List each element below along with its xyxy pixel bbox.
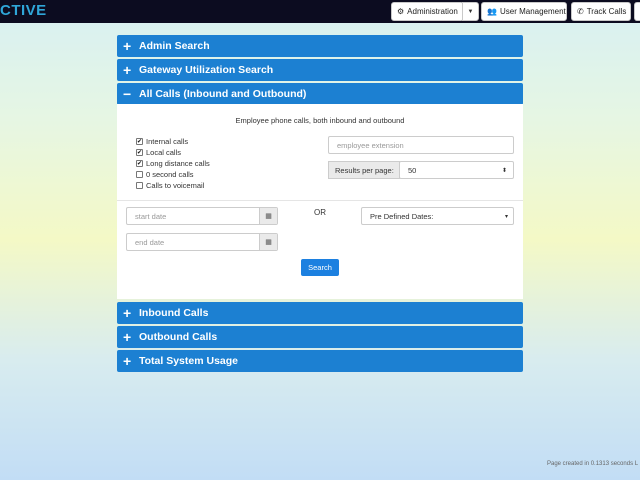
brand-logo[interactable]: CTIVE: [0, 2, 47, 19]
predefined-dates-select[interactable]: Pre Defined Dates: ▾: [361, 207, 514, 225]
extension-placeholder: employee extension: [337, 140, 404, 150]
end-date-input[interactable]: end date ▦: [126, 233, 278, 251]
checkbox-label: Calls to voicemail: [146, 181, 205, 190]
users-icon: 👥: [487, 7, 497, 16]
or-separator: OR: [314, 208, 326, 217]
administration-dropdown-toggle[interactable]: ▼: [462, 2, 479, 21]
administration-label: Administration: [407, 7, 458, 16]
administration-button[interactable]: ⚙ Administration: [391, 2, 464, 21]
top-navbar: CTIVE ⚙ Administration ▼ 👥 User Manageme…: [0, 0, 640, 23]
end-date-placeholder: end date: [135, 237, 165, 247]
checkbox-long-distance-calls[interactable]: ✔ Long distance calls: [136, 159, 210, 168]
gears-icon: ⚙: [397, 7, 405, 16]
checkbox[interactable]: ✔: [136, 138, 143, 145]
caret-down-icon: ▾: [504, 213, 508, 220]
track-calls-label: Track Calls: [586, 7, 627, 16]
extra-nav-button[interactable]: [634, 2, 640, 21]
checkbox-calls-to-voicemail[interactable]: Calls to voicemail: [136, 181, 204, 190]
plus-icon: +: [123, 305, 132, 321]
checkbox-local-calls[interactable]: ✔ Local calls: [136, 148, 181, 157]
checkbox-label: Long distance calls: [146, 159, 210, 168]
user-management-label: User Management: [499, 7, 566, 16]
panel-gateway-utilization-search[interactable]: + Gateway Utilization Search: [117, 59, 523, 81]
page-footer-timing: Page created in 0.1313 seconds L: [547, 461, 639, 467]
user-management-button[interactable]: 👥 User Management: [481, 2, 567, 21]
checkbox[interactable]: ✔: [136, 160, 143, 167]
plus-icon: +: [123, 62, 132, 78]
caret-down-icon: ▼: [467, 8, 474, 15]
checkbox-internal-calls[interactable]: ✔ Internal calls: [136, 137, 188, 146]
all-calls-panel-body: Employee phone calls, both inbound and o…: [117, 104, 523, 299]
panel-title: Inbound Calls: [139, 307, 209, 319]
start-date-input[interactable]: start date ▦: [126, 207, 278, 225]
plus-icon: +: [123, 329, 132, 345]
predefined-dates-value: Pre Defined Dates:: [370, 211, 434, 221]
minus-icon: −: [123, 86, 132, 102]
checkbox-label: 0 second calls: [146, 170, 194, 179]
panel-title: Gateway Utilization Search: [139, 64, 274, 76]
panel-title: Outbound Calls: [139, 331, 218, 343]
calendar-icon[interactable]: ▦: [259, 234, 277, 250]
phone-icon: ✆: [577, 7, 584, 16]
plus-icon: +: [123, 38, 132, 54]
employee-extension-input[interactable]: employee extension: [328, 136, 514, 154]
search-button[interactable]: Search: [301, 259, 339, 276]
panel-admin-search[interactable]: + Admin Search: [117, 35, 523, 57]
results-label-text: Results per page:: [335, 165, 394, 175]
checkbox-label: Local calls: [146, 148, 182, 157]
panel-outbound-calls[interactable]: + Outbound Calls: [117, 326, 523, 348]
results-per-page-label: Results per page:: [328, 161, 400, 179]
calendar-icon[interactable]: ▦: [259, 208, 277, 224]
panel-title: Total System Usage: [139, 355, 239, 367]
checkbox[interactable]: ✔: [136, 149, 143, 156]
checkbox[interactable]: [136, 171, 143, 178]
checkbox-label: Internal calls: [146, 137, 189, 146]
track-calls-button[interactable]: ✆ Track Calls: [571, 2, 631, 21]
panel-total-system-usage[interactable]: + Total System Usage: [117, 350, 523, 372]
panel-description: Employee phone calls, both inbound and o…: [235, 116, 405, 125]
panel-title: All Calls (Inbound and Outbound): [139, 88, 307, 100]
panel-all-calls[interactable]: − All Calls (Inbound and Outbound): [117, 83, 523, 105]
results-per-page-select[interactable]: 50 ⬍: [399, 161, 514, 179]
panel-title: Admin Search: [139, 40, 210, 52]
select-updown-icon: ⬍: [501, 167, 507, 174]
checkbox-zero-second-calls[interactable]: 0 second calls: [136, 170, 194, 179]
divider: [117, 200, 523, 201]
results-value: 50: [408, 165, 417, 175]
checkbox[interactable]: [136, 182, 143, 189]
panel-inbound-calls[interactable]: + Inbound Calls: [117, 302, 523, 324]
plus-icon: +: [123, 353, 132, 369]
start-date-placeholder: start date: [135, 211, 167, 221]
